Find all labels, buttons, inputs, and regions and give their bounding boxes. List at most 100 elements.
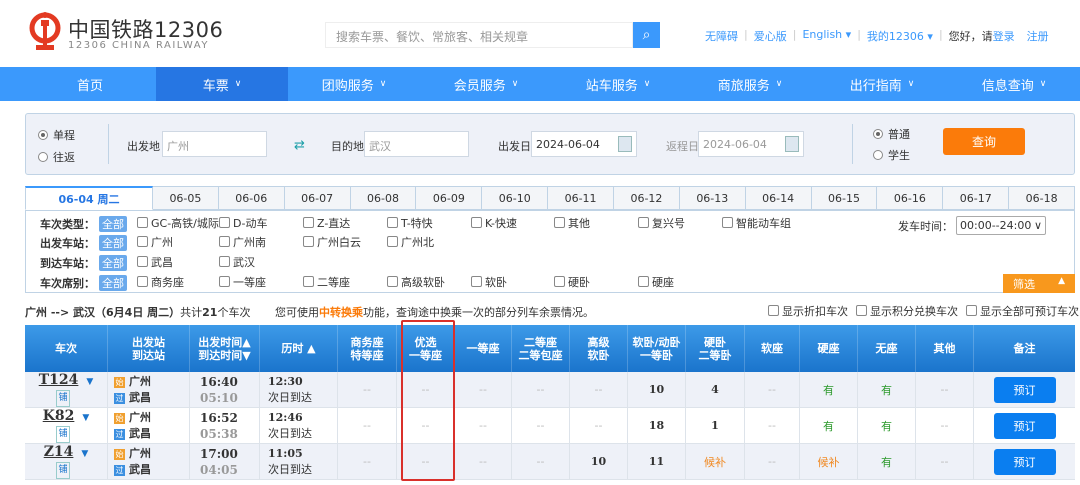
seat-cell[interactable]: 10 (570, 444, 628, 479)
nav-guide[interactable]: 出行指南 ∨ (816, 67, 948, 101)
accessibility-link[interactable]: 无障碍 (705, 28, 738, 44)
seat-cell[interactable]: 11 (628, 444, 686, 479)
search-input[interactable]: 搜索车票、餐饮、常旅客、相关规章 (325, 22, 633, 48)
date-tab[interactable]: 06-13 (679, 186, 746, 210)
date-tab[interactable]: 06-09 (416, 186, 483, 210)
filter-option[interactable]: 广州北 (387, 234, 434, 250)
seat-cell[interactable]: 18 (628, 408, 686, 443)
calendar-icon[interactable] (785, 136, 799, 152)
filter-option[interactable]: 高级软卧 (387, 274, 445, 290)
filter-option[interactable]: 广州南 (219, 234, 266, 250)
care-version-link[interactable]: 爱心版 (754, 28, 787, 44)
seat-cell[interactable]: 有 (800, 408, 858, 443)
caret-down-icon[interactable]: ▼ (86, 377, 93, 387)
normal-radio[interactable]: 普通 (873, 126, 910, 142)
date-tab[interactable]: 06-08 (350, 186, 417, 210)
filter-option[interactable]: 广州 (137, 234, 173, 250)
calendar-icon[interactable] (618, 136, 632, 152)
language-link[interactable]: English ▾ (802, 28, 851, 44)
show-points-checkbox[interactable]: 显示积分兑换车次 (856, 303, 958, 319)
round-trip-radio[interactable]: 往返 (38, 149, 75, 165)
seat-cell[interactable]: 候补 (686, 444, 745, 479)
date-tab[interactable]: 06-11 (548, 186, 615, 210)
date-tab[interactable]: 06-15 (811, 186, 878, 210)
seat-cell[interactable]: 10 (628, 372, 686, 407)
date-tab[interactable]: 06-16 (877, 186, 944, 210)
filter-option[interactable]: 武昌 (137, 254, 173, 270)
nav-member[interactable]: 会员服务 ∨ (420, 67, 552, 101)
column-header[interactable]: 历时 ▲ (260, 325, 338, 372)
filter-option[interactable]: 硬座 (638, 274, 674, 290)
date-label: 出发日 (498, 140, 531, 153)
column-header[interactable]: 出发时间▲ 到达时间▼ (190, 325, 260, 372)
nav-group[interactable]: 团购服务 ∨ (288, 67, 420, 101)
search-button[interactable]: ⌕ (633, 22, 660, 48)
filter-option[interactable]: GC-高铁/城际 (137, 215, 219, 231)
date-tab[interactable]: 06-06 (218, 186, 285, 210)
filter-option[interactable]: 软卧 (471, 274, 507, 290)
login-link[interactable]: 登录 (993, 30, 1015, 43)
nav-station[interactable]: 站车服务 ∨ (552, 67, 684, 101)
all-button[interactable]: 全部 (99, 255, 127, 271)
filter-option[interactable]: 商务座 (137, 274, 184, 290)
train-number-link[interactable]: T124 (39, 372, 79, 388)
to-input[interactable]: 武汉 (364, 131, 469, 157)
seat-cell[interactable]: 4 (686, 372, 745, 407)
date-tab[interactable]: 06-12 (614, 186, 680, 210)
train-number-link[interactable]: K82 (43, 408, 75, 424)
nav-business[interactable]: 商旅服务 ∨ (684, 67, 816, 101)
swap-icon[interactable]: ⇄ (294, 138, 305, 153)
student-radio[interactable]: 学生 (873, 147, 910, 163)
train-number-link[interactable]: Z14 (44, 444, 74, 460)
all-button[interactable]: 全部 (99, 235, 127, 251)
filter-option[interactable]: Z-直达 (303, 215, 350, 231)
show-discount-checkbox[interactable]: 显示折扣车次 (768, 303, 848, 319)
return-date-input[interactable]: 2024-06-04 (698, 131, 804, 157)
nav-info[interactable]: 信息查询 ∨ (948, 67, 1080, 101)
filter-button[interactable]: 筛选 ▲ (1003, 274, 1075, 293)
seat-cell[interactable]: 有 (800, 372, 858, 407)
my-12306-link[interactable]: 我的12306 ▾ (867, 28, 933, 44)
from-input[interactable]: 广州 (162, 131, 267, 157)
query-button[interactable]: 查询 (943, 128, 1025, 155)
column-header: 一等座 (455, 325, 512, 372)
date-tab[interactable]: 06-10 (482, 186, 549, 210)
departure-time-select[interactable]: 00:00--24:00 ∨ (956, 216, 1046, 235)
seat-cell[interactable]: 有 (858, 444, 916, 479)
date-tab[interactable]: 06-18 (1009, 186, 1076, 210)
date-tab[interactable]: 06-07 (284, 186, 351, 210)
date-input[interactable]: 2024-06-04 (531, 131, 637, 157)
filter-option[interactable]: T-特快 (387, 215, 433, 231)
filter-option[interactable]: 复兴号 (638, 215, 685, 231)
book-button[interactable]: 预订 (993, 376, 1056, 403)
date-tab[interactable]: 06-04 周二 (25, 186, 153, 210)
caret-down-icon[interactable]: ▼ (81, 449, 88, 459)
book-button[interactable]: 预订 (993, 448, 1056, 475)
show-all-bookable-checkbox[interactable]: 显示全部可预订车次 (966, 303, 1079, 319)
filter-option[interactable]: 其他 (554, 215, 590, 231)
book-button[interactable]: 预订 (993, 412, 1056, 439)
filter-option[interactable]: 广州白云 (303, 234, 361, 250)
date-tab[interactable]: 06-17 (943, 186, 1010, 210)
seat-cell[interactable]: 有 (858, 372, 916, 407)
seat-cell[interactable]: 候补 (800, 444, 858, 479)
filter-option[interactable]: 武汉 (219, 254, 255, 270)
filter-option[interactable]: 一等座 (219, 274, 266, 290)
nav-home[interactable]: 首页 (24, 67, 156, 101)
filter-option[interactable]: 智能动车组 (722, 215, 791, 231)
filter-option[interactable]: 硬卧 (554, 274, 590, 290)
seat-cell[interactable]: 有 (858, 408, 916, 443)
transfer-link[interactable]: 中转换乘 (319, 306, 363, 319)
filter-option[interactable]: 二等座 (303, 274, 350, 290)
register-link[interactable]: 注册 (1027, 28, 1049, 44)
date-tab[interactable]: 06-05 (153, 186, 219, 210)
all-button[interactable]: 全部 (99, 216, 127, 232)
date-tab[interactable]: 06-14 (745, 186, 812, 210)
filter-option[interactable]: D-动车 (219, 215, 267, 231)
nav-tickets[interactable]: 车票 ∨ (156, 67, 288, 101)
caret-down-icon[interactable]: ▼ (82, 413, 89, 423)
filter-option[interactable]: K-快速 (471, 215, 517, 231)
seat-cell[interactable]: 1 (686, 408, 745, 443)
one-way-radio[interactable]: 单程 (38, 127, 75, 143)
all-button[interactable]: 全部 (99, 275, 127, 291)
